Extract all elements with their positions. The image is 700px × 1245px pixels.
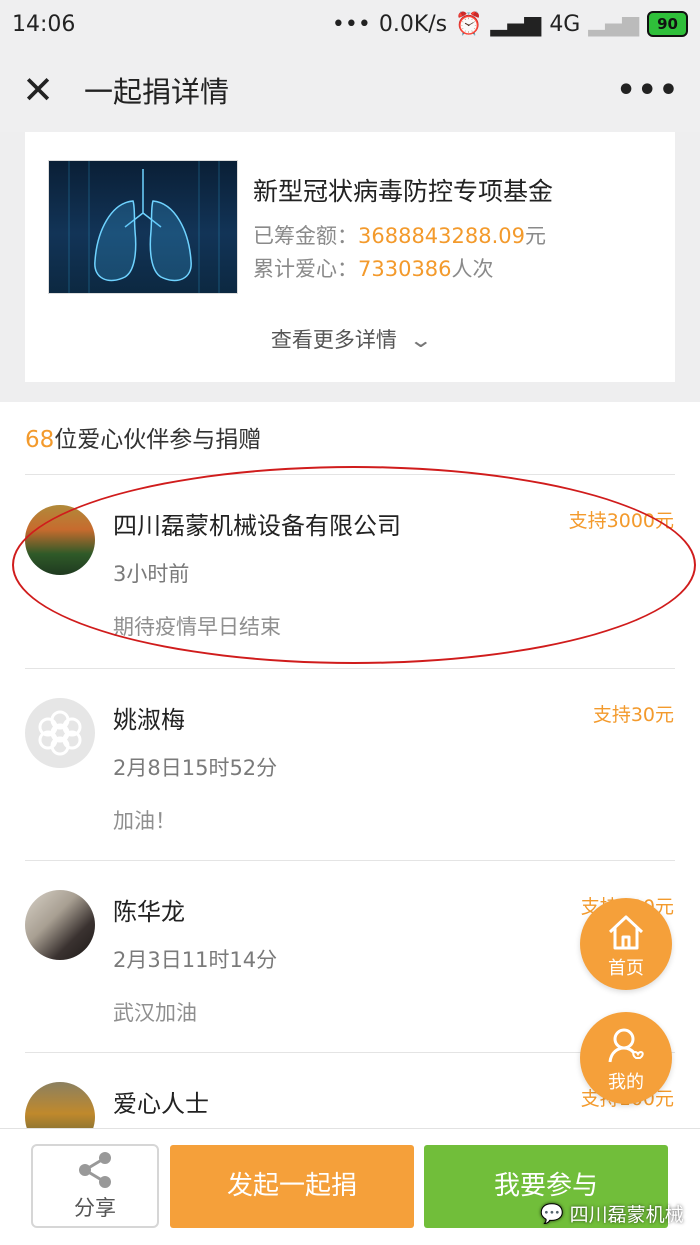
- donor-list: 68位爱心伙伴参与捐赠 四川磊蒙机械设备有限公司 3小时前 期待疫情早日结束 支…: [0, 402, 700, 1244]
- donor-name: 陈华龙: [113, 898, 185, 926]
- raised-unit: 元: [525, 224, 547, 248]
- network-speed: 0.0K/s: [378, 11, 448, 37]
- donor-time: 2月8日15时52分: [113, 756, 278, 780]
- bottom-action-bar: 分享 发起一起捐 我要参与: [0, 1128, 700, 1245]
- more-details-link[interactable]: 查看更多详情 ⌄: [25, 324, 675, 354]
- donor-count-header: 68位爱心伙伴参与捐赠: [25, 420, 261, 454]
- more-details-label: 查看更多详情: [270, 328, 397, 352]
- hearts-value: 7330386: [358, 257, 452, 281]
- donor-message: 武汉加油: [113, 1001, 197, 1025]
- divider: [25, 860, 675, 861]
- avatar: [25, 505, 95, 575]
- share-button[interactable]: 分享: [31, 1144, 159, 1228]
- donor-count-text: 位爱心伙伴参与捐赠: [54, 427, 262, 453]
- hearts-unit: 人次: [451, 257, 494, 281]
- watermark: 💬 四川磊蒙机械: [540, 1200, 684, 1227]
- status-bar: 14:06 ••• 0.0K/s ⏰ ▂▄▆ 4G ▂▄▆ 90: [0, 0, 700, 48]
- donor-count: 68: [25, 427, 55, 453]
- fund-title: 新型冠状病毒防控专项基金: [253, 177, 554, 206]
- donor-name: 四川磊蒙机械设备有限公司: [113, 512, 401, 540]
- divider: [25, 1052, 675, 1053]
- raised-label: 已筹金额：: [253, 224, 358, 248]
- status-icons: ••• 0.0K/s ⏰ ▂▄▆ 4G ▂▄▆ 90: [332, 11, 688, 37]
- me-label: 我的: [608, 1072, 644, 1093]
- page-title: 一起捐详情: [84, 75, 230, 109]
- share-label: 分享: [74, 1196, 116, 1220]
- donor-time: 3小时前: [113, 562, 190, 586]
- donation-amount: 支持3000元: [568, 510, 674, 532]
- wechat-icon: 💬: [540, 1203, 564, 1225]
- donor-name: 姚淑梅: [113, 706, 185, 734]
- chevron-down-icon: ⌄: [408, 328, 433, 352]
- network-type: 4G: [549, 11, 581, 37]
- more-options-icon[interactable]: •••: [616, 73, 680, 108]
- default-avatar-icon: [25, 698, 95, 768]
- status-time: 14:06: [12, 11, 76, 37]
- start-donation-button[interactable]: 发起一起捐: [170, 1145, 414, 1228]
- fund-card: 新型冠状病毒防控专项基金 已筹金额：3688843288.09元 累计爱心：73…: [25, 132, 675, 382]
- fund-section: 新型冠状病毒防控专项基金 已筹金额：3688843288.09元 累计爱心：73…: [0, 132, 700, 402]
- share-icon: [79, 1152, 111, 1188]
- hearts-label: 累计爱心：: [253, 257, 358, 281]
- signal-icon: ▂▄▆: [490, 11, 542, 37]
- donor-name: 爱心人士: [113, 1090, 209, 1118]
- battery-icon: 90: [647, 11, 688, 37]
- dots-icon: •••: [331, 11, 371, 37]
- alarm-icon: ⏰: [455, 11, 483, 37]
- fund-image: [48, 160, 238, 294]
- home-icon: [608, 915, 644, 950]
- donor-time: 2月3日11时14分: [113, 948, 278, 972]
- user-icon: [608, 1028, 644, 1063]
- avatar: [25, 890, 95, 960]
- me-button[interactable]: 我的: [580, 1012, 672, 1104]
- home-label: 首页: [608, 958, 644, 979]
- fund-hearts: 累计爱心：7330386人次: [253, 253, 494, 283]
- home-button[interactable]: 首页: [580, 898, 672, 990]
- signal-icon-2: ▂▄▆: [588, 11, 640, 37]
- divider: [25, 474, 675, 475]
- title-bar: ✕ 一起捐详情 •••: [0, 48, 700, 132]
- fund-raised: 已筹金额：3688843288.09元: [253, 220, 546, 250]
- donor-message: 加油！: [113, 809, 176, 833]
- watermark-text: 四川磊蒙机械: [569, 1204, 684, 1226]
- raised-value: 3688843288.09: [358, 224, 526, 248]
- divider: [25, 668, 675, 669]
- close-icon[interactable]: ✕: [20, 71, 56, 109]
- donor-message: 期待疫情早日结束: [113, 615, 281, 639]
- donation-amount: 支持30元: [592, 704, 674, 726]
